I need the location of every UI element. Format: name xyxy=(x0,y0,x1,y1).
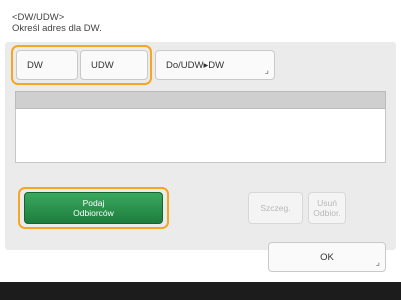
ok-button[interactable]: OK ⌟ xyxy=(268,242,386,272)
ok-label: OK xyxy=(320,251,334,263)
header-title: <DW/UDW> xyxy=(12,12,65,23)
tab-udw[interactable]: UDW xyxy=(80,50,148,80)
recipient-list-header xyxy=(15,91,386,109)
recipient-list[interactable] xyxy=(15,109,386,163)
tab-dw-label: DW xyxy=(27,59,43,71)
ok-corner-icon: ⌟ xyxy=(375,257,380,267)
tab-dw[interactable]: DW xyxy=(16,50,78,80)
bottom-bar xyxy=(0,282,401,300)
tab-do-udw-dw[interactable]: Do/UDW▸DW ⌟ xyxy=(155,50,275,80)
specify-line1: Podaj xyxy=(82,198,105,208)
specify-line2: Odbiorców xyxy=(73,208,114,218)
remove-line2: Odbior. xyxy=(313,208,341,218)
header: <DW/UDW> Określ adres dla DW. xyxy=(12,12,102,34)
details-label: Szczeg. xyxy=(260,203,291,213)
tab-do-udw-dw-label: Do/UDW▸DW xyxy=(166,59,225,71)
remove-recipient-button[interactable]: Usuń Odbior. xyxy=(308,192,346,224)
tab-udw-label: UDW xyxy=(91,59,114,71)
remove-line1: Usuń xyxy=(317,198,337,208)
specify-recipients-button[interactable]: Podaj Odbiorców xyxy=(24,192,163,224)
details-button[interactable]: Szczeg. xyxy=(248,192,303,224)
corner-arrow-icon: ⌟ xyxy=(264,65,269,75)
header-instruction: Określ adres dla DW. xyxy=(12,23,102,34)
